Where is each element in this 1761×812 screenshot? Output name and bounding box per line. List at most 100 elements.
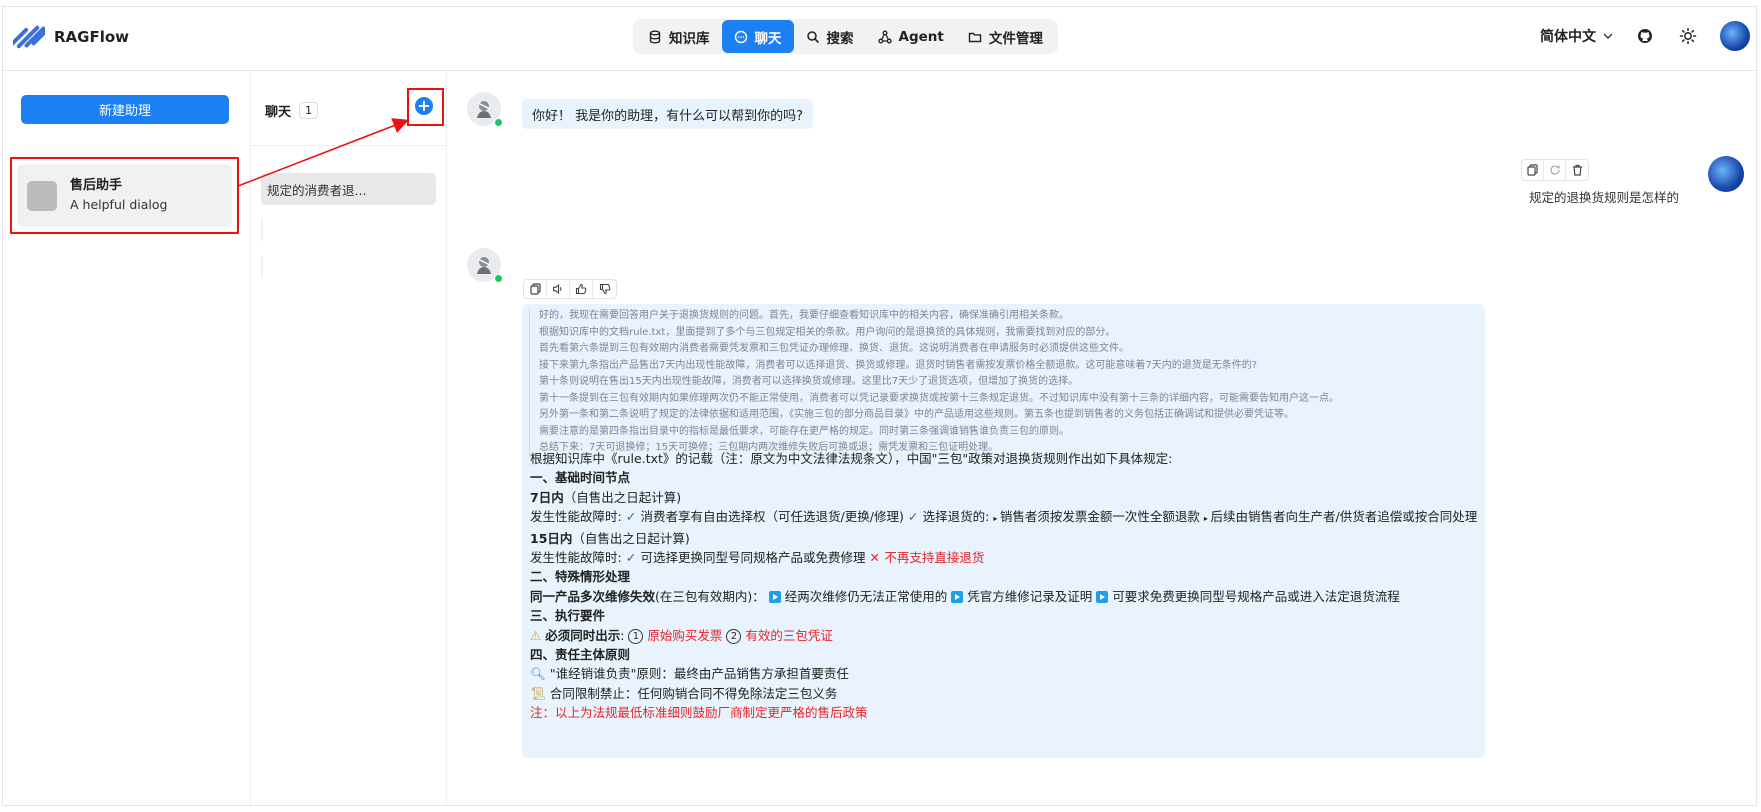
user-avatar[interactable] [1720,21,1750,51]
list-placeholder [261,219,263,241]
user-message-toolbar [1521,159,1589,181]
circled-number: 2 [726,629,741,644]
github-icon[interactable] [1634,25,1656,47]
assistant-text: 售后助手 A helpful dialog [70,177,167,215]
day15-title: 15日内 [530,531,572,546]
conversation-count-badge: 1 [299,102,318,119]
chevron-down-icon [1602,30,1614,42]
add-conversation-plus-icon[interactable]: + [415,97,433,115]
cross-icon: ✕ [870,550,885,565]
principle-1: "谁经销谁负责"原则：最终由产品销售方承担首要责任 [550,666,849,681]
agent-icon [878,30,892,44]
nav-label: 聊天 [755,27,782,47]
bot-avatar-icon [467,248,501,282]
thumbs-down-icon[interactable] [593,280,616,298]
app-root: RAGFlow 知识库 聊天 搜索 Agent 文件管理 [0,0,1761,812]
bot-message-toolbar [523,279,617,299]
day7-prefix: 发生性能故障时: [530,509,622,524]
assistant-card[interactable]: 售后助手 A helpful dialog [17,164,232,227]
must-present-colon: : [620,628,624,643]
copy-icon[interactable] [524,280,547,298]
repeat-step-c: 可要求免费更换同型号规格产品或进入法定退货流程 [1112,589,1400,604]
answer-footnote: 注：以上为法规最低标准细则鼓励厂商制定更严格的售后政策 [530,703,1480,722]
conversation-list-header: 聊天 1 + [251,72,446,146]
play-bullet-icon [769,591,781,603]
thinking-line: 另外第一条和第二条说明了规定的法律依据和适用范围，《实施三包的部分商品目录》中的… [539,407,1478,424]
day7-option-1: 消费者享有自由选择权（可任选退货/更换/修理) [641,509,904,524]
magnifier-icon: 🔍︎ [530,666,546,681]
theme-toggle-sun-icon[interactable] [1677,25,1699,47]
delete-icon[interactable] [1566,160,1588,180]
nav-label: 知识库 [669,27,710,47]
assistant-sidebar: 新建助理 售后助手 A helpful dialog [3,72,251,805]
conversation-title: 聊天 [265,101,291,120]
section-heading: 一、基础时间节点 [530,470,630,485]
requirement-certificate: 有效的三包凭证 [745,628,833,643]
chat-icon [734,30,748,44]
scroll-icon: 📜︎ [530,686,546,701]
user-message-avatar [1708,156,1744,192]
thinking-line: 接下来第九条指出产品售出7天内出现性能故障，消费者可以选择退货、换货或修理。退货… [539,358,1478,375]
thinking-line: 需要注意的是第四条指出目录中的指标是最低要求，可能存在更严格的规定。同时第三条强… [539,424,1478,441]
checkmark-icon: ✓ [626,509,641,524]
assistant-description: A helpful dialog [70,195,167,215]
language-selector[interactable]: 简体中文 [1540,26,1614,46]
bot-avatar-icon [467,92,501,126]
checkmark-icon: ✓ [626,550,641,565]
nav-label: 搜索 [827,27,854,47]
logo[interactable]: RAGFlow [13,21,129,53]
thinking-block: 好的，我现在需要回答用户关于退换货规则的问题。首先，我要仔细查看知识库中的相关内… [529,308,1478,457]
nav-agent[interactable]: Agent [866,20,956,53]
repeat-repair-title: 同一产品多次维修失效 [530,589,655,604]
nav-search[interactable]: 搜索 [794,20,866,53]
day7-recourse: 后续由销售者向生产者/供货者追偿或按合同处理 [1210,509,1477,524]
conversation-list-title: 聊天 1 [265,101,318,120]
folder-icon [968,30,982,44]
thinking-line: 好的，我现在需要回答用户关于退换货规则的问题。首先，我要仔细查看知识库中的相关内… [539,308,1478,325]
play-bullet-icon [951,591,963,603]
search-icon [806,30,820,44]
assistant-avatar-icon [27,181,57,211]
thinking-line: 第十条则说明在售出15天内出现性能故障，消费者可以选择换货或修理。这里比7天少了… [539,374,1478,391]
day7-option-2: 选择退货的: [923,509,990,524]
circled-number: 1 [628,629,643,644]
day7-title: 7日内 [530,490,564,505]
warning-icon: ⚠ [530,628,541,643]
play-bullet-icon [1096,591,1108,603]
nav-knowledge-base[interactable]: 知识库 [636,20,722,53]
ragflow-logo-icon [13,21,45,53]
day15-option: 可选择更换同型号同规格产品或免费修理 [641,550,866,565]
top-header: RAGFlow 知识库 聊天 搜索 Agent 文件管理 [3,7,1756,71]
must-present-label: 必须同时出示 [545,628,620,643]
day15-prefix: 发生性能故障时: [530,550,622,565]
section-heading: 二、特殊情形处理 [530,569,630,584]
conversation-list-panel: 聊天 1 + 规定的消费者退... [251,72,447,805]
assistant-name: 售后助手 [70,177,167,195]
main-nav: 知识库 聊天 搜索 Agent 文件管理 [633,19,1058,54]
day7-refund: 销售者须按发票金额一次性全额退款 [1000,509,1200,524]
checkmark-icon: ✓ [908,509,923,524]
bot-greeting-message: 你好！ 我是你的助理，有什么可以帮到你的吗? [522,99,813,129]
chat-area: 你好！ 我是你的助理，有什么可以帮到你的吗? 规定的退换货规则是怎样的 好的，我… [447,72,1756,805]
conversation-item[interactable]: 规定的消费者退... [261,173,436,205]
answer-intro: 根据知识库中《rule.txt》的记载（注：原文为中文法律法规条文），中国"三包… [530,449,1480,468]
regenerate-icon[interactable] [1544,160,1566,180]
thinking-line: 根据知识库中的文档rule.txt，里面提到了多个与三包规定相关的条款。用户询问… [539,325,1478,342]
repeat-step-b: 凭官方维修记录及证明 [967,589,1092,604]
nav-label: Agent [899,29,944,45]
thinking-line: 第十一条提到在三包有效期内如果修理两次仍不能正常使用，消费者可以凭记录要求换货或… [539,391,1478,408]
online-status-dot [494,274,503,283]
copy-icon[interactable] [1522,160,1544,180]
day7-note: （自售出之日起计算) [564,490,681,505]
repeat-step-a: 经两次维修仍无法正常使用的 [785,589,948,604]
day15-note: （自售出之日起计算) [572,531,689,546]
user-message: 规定的退换货规则是怎样的 [1529,187,1679,206]
nav-chat[interactable]: 聊天 [722,20,794,53]
header-actions: 简体中文 [1540,21,1756,51]
speaker-icon[interactable] [547,280,570,298]
section-heading: 三、执行要件 [530,608,605,623]
thinking-line: 首先看第六条提到三包有效期内消费者需要凭发票和三包凭证办理修理、换货、退货。这说… [539,341,1478,358]
nav-file-management[interactable]: 文件管理 [956,20,1055,53]
new-assistant-button[interactable]: 新建助理 [21,95,229,124]
thumbs-up-icon[interactable] [570,280,593,298]
